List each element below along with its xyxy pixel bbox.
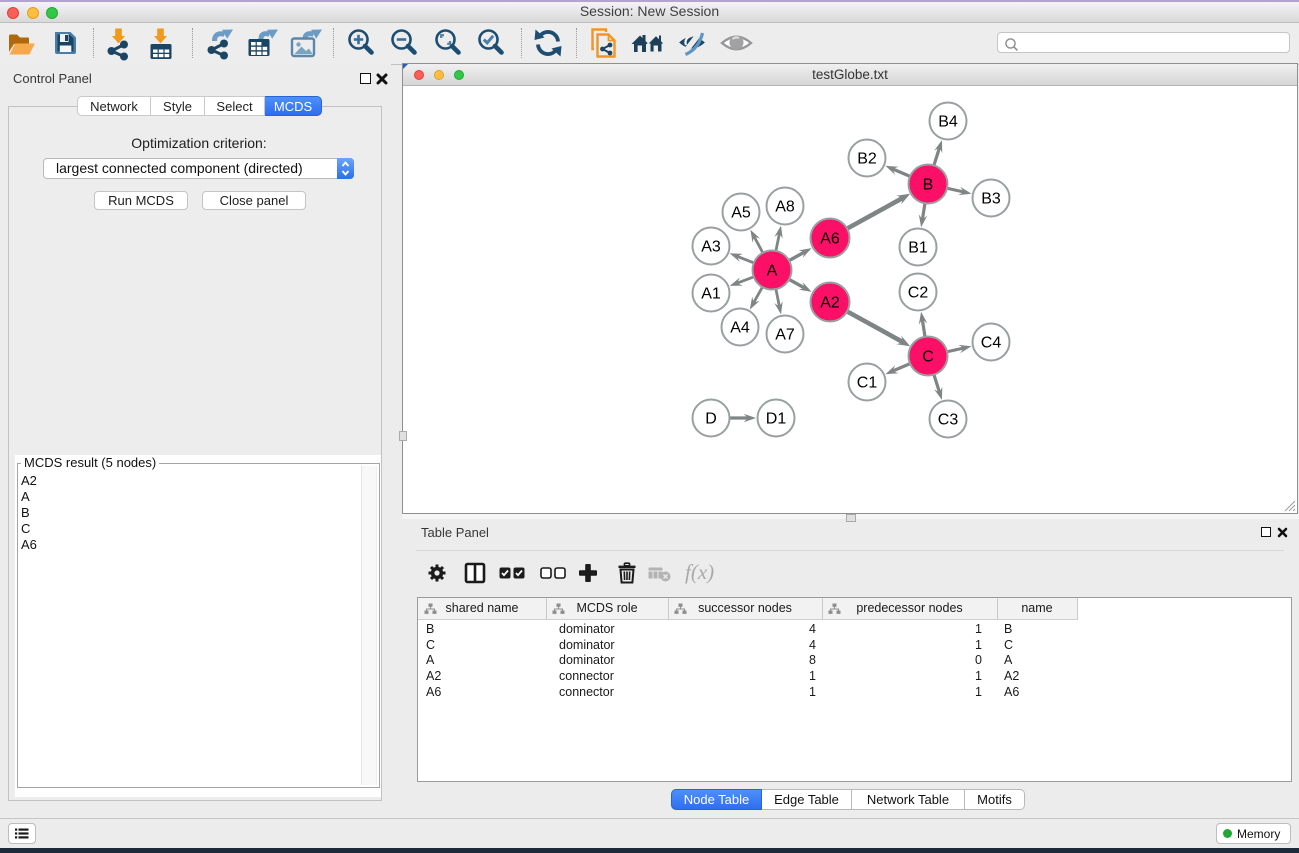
svg-text:B: B (923, 177, 934, 194)
svg-text:D: D (705, 411, 717, 428)
svg-text:A6: A6 (820, 231, 840, 248)
svg-text:B2: B2 (857, 151, 877, 168)
svg-text:B3: B3 (981, 191, 1001, 208)
svg-text:D1: D1 (766, 411, 787, 428)
svg-text:A: A (767, 263, 778, 280)
svg-text:C2: C2 (908, 285, 929, 302)
svg-text:A8: A8 (775, 199, 795, 216)
svg-text:A5: A5 (731, 205, 751, 222)
svg-text:C4: C4 (981, 335, 1002, 352)
svg-text:A4: A4 (730, 320, 750, 337)
svg-text:B1: B1 (908, 240, 928, 257)
svg-text:C1: C1 (857, 375, 878, 392)
svg-text:A2: A2 (820, 295, 840, 312)
svg-text:A3: A3 (701, 239, 721, 256)
svg-text:A1: A1 (701, 286, 721, 303)
svg-text:A7: A7 (775, 327, 795, 344)
svg-text:C: C (922, 349, 934, 366)
svg-text:C3: C3 (938, 412, 959, 429)
svg-text:B4: B4 (938, 114, 958, 131)
